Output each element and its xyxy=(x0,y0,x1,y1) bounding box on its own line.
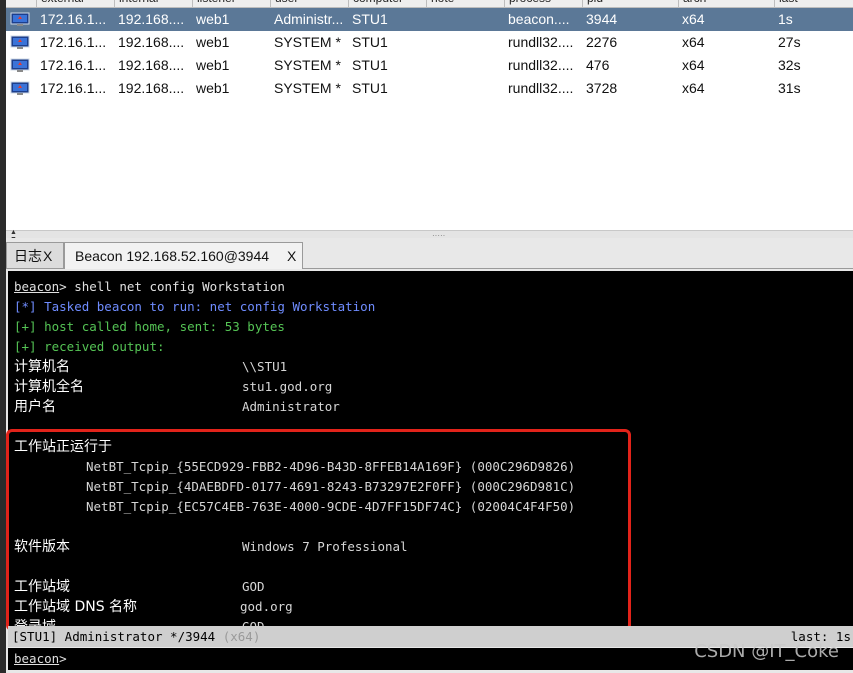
col-internal[interactable]: internal xyxy=(114,0,192,7)
computer-session-icon xyxy=(10,81,30,95)
cell-last: 32s xyxy=(778,57,801,73)
cell-user: SYSTEM * xyxy=(274,57,341,73)
sessions-table: external internal listener user computer… xyxy=(6,0,853,230)
watermark: CSDN @IT_Coke xyxy=(694,641,839,662)
cell-computer: STU1 xyxy=(352,11,388,27)
running-on-label: 工作站正运行于 xyxy=(14,439,112,455)
cell-last: 31s xyxy=(778,80,801,96)
cell-note xyxy=(430,54,504,77)
cell-computer: STU1 xyxy=(352,34,388,50)
cell-computer: STU1 xyxy=(352,57,388,73)
tab-log-close-button[interactable]: X xyxy=(43,243,52,269)
status-arch: (x64) xyxy=(222,629,261,644)
cell-arch: x64 xyxy=(682,11,705,27)
console-command: > shell net config Workstation xyxy=(59,279,285,294)
cell-last: 27s xyxy=(778,34,801,50)
cell-external: 172.16.1... xyxy=(40,11,107,27)
field-computer-name-value: \\STU1 xyxy=(242,359,288,374)
cell-internal: 192.168.... xyxy=(118,34,185,50)
cell-note xyxy=(430,8,504,31)
computer-session-icon xyxy=(10,35,30,49)
col-arch[interactable]: arch xyxy=(678,0,774,7)
cell-pid: 476 xyxy=(586,57,610,73)
cell-process: rundll32.... xyxy=(508,34,574,50)
console-received: [+] received output: xyxy=(14,339,165,354)
table-row[interactable]: 172.16.1... 192.168.... web1 Administr... ST… xyxy=(6,8,853,31)
cell-process: beacon.... xyxy=(508,11,570,27)
cell-pid: 3944 xyxy=(586,11,618,27)
console-host-called: [+] host called home, sent: 53 bytes xyxy=(14,319,285,334)
cell-listener: web1 xyxy=(196,11,230,27)
table-header: external internal listener user computer… xyxy=(6,0,853,8)
computer-session-icon xyxy=(10,58,30,72)
console-tasked: [*] Tasked beacon to run: net config Wor… xyxy=(14,299,376,314)
cell-arch: x64 xyxy=(682,34,705,50)
input-prompt: beacon xyxy=(14,651,60,666)
field-full-name-value: stu1.god.org xyxy=(242,379,333,394)
input-prompt-suffix: > xyxy=(59,651,67,666)
cell-pid: 2276 xyxy=(586,34,618,50)
software-label: 软件版本 xyxy=(14,539,70,555)
cell-listener: web1 xyxy=(196,57,230,73)
col-listener[interactable]: listener xyxy=(192,0,270,7)
cell-arch: x64 xyxy=(682,80,705,96)
field-full-name-label: 计算机全名 xyxy=(14,379,84,395)
cell-listener: web1 xyxy=(196,80,230,96)
cell-internal: 192.168.... xyxy=(118,57,185,73)
tab-bar: 日志 X Beacon 192.168.52.160@3944 X xyxy=(6,238,853,269)
adapter-line: NetBT_Tcpip_{55ECD929-FBB2-4D96-B43D-8FF… xyxy=(86,459,576,474)
cell-computer: STU1 xyxy=(352,80,388,96)
status-session: [STU1] Administrator */3944 xyxy=(12,629,216,644)
cell-external: 172.16.1... xyxy=(40,34,107,50)
col-user[interactable]: user xyxy=(270,0,348,7)
tab-beacon-label: Beacon 192.168.52.160@3944 xyxy=(75,248,270,264)
software-value: Windows 7 Professional xyxy=(242,539,408,554)
cell-process: rundll32.... xyxy=(508,80,574,96)
field-computer-name-label: 计算机名 xyxy=(14,359,70,375)
dns-label: 工作站域 DNS 名称 xyxy=(14,599,138,615)
logon-value: GOD xyxy=(242,617,265,626)
beacon-console[interactable]: beacon> shell net config Workstation [*]… xyxy=(8,271,853,626)
col-pid[interactable]: pid xyxy=(582,0,678,7)
cell-note xyxy=(430,31,504,54)
cell-last: 1s xyxy=(778,11,793,27)
cell-user: Administr... xyxy=(274,11,344,27)
col-process[interactable]: process xyxy=(504,0,582,7)
cell-pid: 3728 xyxy=(586,80,618,96)
console-command-line: beacon> shell net config Workstation xyxy=(14,277,285,297)
cell-process: rundll32.... xyxy=(508,57,574,73)
field-username-label: 用户名 xyxy=(14,399,56,415)
cell-internal: 192.168.... xyxy=(118,80,185,96)
dns-value: god.org xyxy=(240,599,293,614)
cell-external: 172.16.1... xyxy=(40,80,107,96)
tab-beacon[interactable]: Beacon 192.168.52.160@3944 X xyxy=(64,242,303,269)
cell-note xyxy=(430,77,504,100)
computer-session-icon xyxy=(10,12,30,26)
adapter-line: NetBT_Tcpip_{EC57C4EB-763E-4000-9CDE-4D7… xyxy=(86,499,576,514)
col-external[interactable]: external xyxy=(36,0,114,7)
console-prompt: beacon xyxy=(14,279,60,294)
cell-user: SYSTEM * xyxy=(274,34,341,50)
cell-arch: x64 xyxy=(682,57,705,73)
col-last[interactable]: last xyxy=(774,0,853,7)
adapter-line: NetBT_Tcpip_{4DAEBDFD-0177-4691-8243-B73… xyxy=(86,479,576,494)
col-computer[interactable]: computer xyxy=(348,0,426,7)
table-row[interactable]: 172.16.1... 192.168.... web1 SYSTEM * STU1 ru… xyxy=(6,77,853,100)
cell-user: SYSTEM * xyxy=(274,80,341,96)
tab-beacon-close-button[interactable]: X xyxy=(287,243,296,269)
table-row[interactable]: 172.16.1... 192.168.... web1 SYSTEM * STU1 ru… xyxy=(6,54,853,77)
logon-label: 登录域 xyxy=(14,617,56,626)
col-note[interactable]: note xyxy=(426,0,504,7)
domain-value: GOD xyxy=(242,579,265,594)
cell-listener: web1 xyxy=(196,34,230,50)
table-row[interactable]: 172.16.1... 192.168.... web1 SYSTEM * STU1 ru… xyxy=(6,31,853,54)
cell-external: 172.16.1... xyxy=(40,57,107,73)
domain-label: 工作站域 xyxy=(14,579,70,595)
field-username-value: Administrator xyxy=(242,399,340,414)
tab-log-label: 日志 xyxy=(14,248,42,264)
tab-log[interactable]: 日志 X xyxy=(6,242,64,268)
cell-internal: 192.168.... xyxy=(118,11,185,27)
